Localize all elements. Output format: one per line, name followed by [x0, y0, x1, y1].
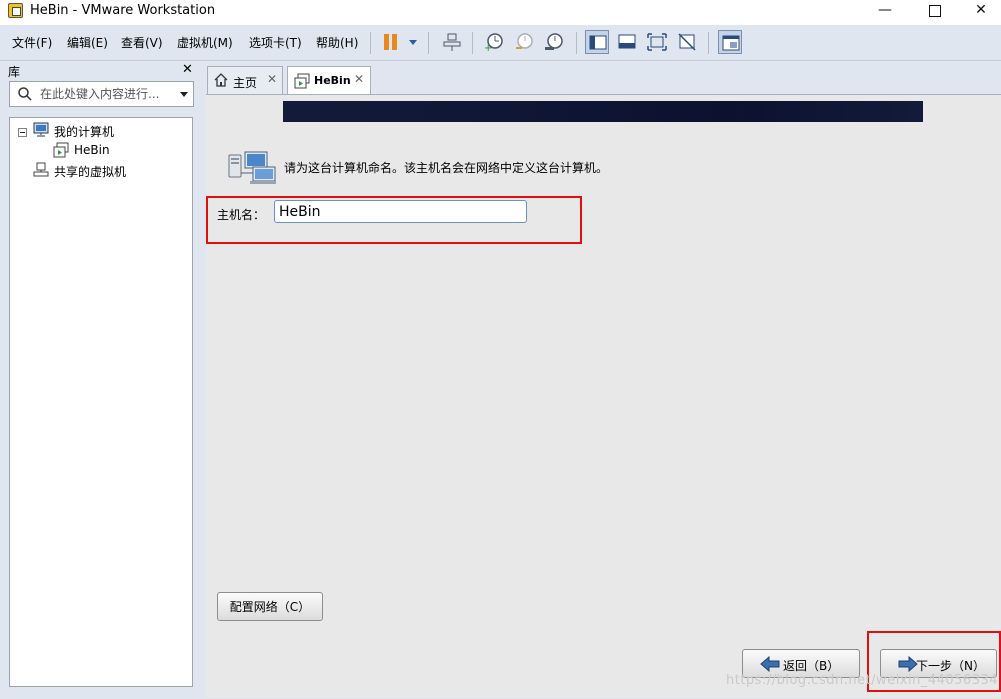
console-view-button[interactable]: [718, 30, 742, 54]
menu-help[interactable]: 帮助(H): [316, 34, 358, 51]
back-label: 返回（B）: [783, 659, 840, 673]
svg-text:+: +: [484, 43, 492, 52]
library-search-box[interactable]: [9, 81, 194, 107]
fullscreen-button[interactable]: [645, 30, 669, 54]
vm-icon: [294, 73, 310, 89]
library-panel: 库 ✕ 我的计算机 HeBin 共享的虚拟机: [0, 61, 202, 699]
take-snapshot-button[interactable]: +: [482, 30, 506, 54]
close-tab-icon[interactable]: ✕: [354, 72, 364, 86]
toolbar-separator: [370, 32, 371, 54]
library-search-input[interactable]: [40, 85, 170, 103]
maximize-button[interactable]: [912, 0, 958, 22]
close-tab-icon[interactable]: ✕: [267, 72, 277, 86]
tree-item-vm-hebin[interactable]: HeBin: [50, 140, 190, 160]
configure-network-button[interactable]: 配置网络（C）: [217, 592, 323, 621]
main-area: 主页 ✕ HeBin ✕ 请为这台计算机命名。该主机名会在网络中定义这台计算机。…: [202, 61, 1001, 699]
tree-item-label: HeBin: [74, 143, 110, 157]
search-dropdown-icon[interactable]: [180, 92, 188, 97]
snapshot-manager-button[interactable]: [542, 30, 566, 54]
next-label: 下一步（N）: [916, 659, 985, 673]
tree-item-label: 共享的虚拟机: [54, 165, 127, 179]
computer-icon: [33, 122, 49, 137]
unity-icon: [678, 33, 696, 51]
tab-home[interactable]: 主页 ✕: [207, 66, 283, 94]
menu-tabs[interactable]: 选项卡(T): [249, 34, 302, 51]
console-view-icon: [722, 35, 740, 51]
vmware-app-icon: [8, 3, 23, 18]
menu-edit[interactable]: 编辑(E): [67, 34, 108, 51]
hostname-input[interactable]: [274, 200, 527, 223]
tree-item-shared-vms[interactable]: 共享的虚拟机: [30, 160, 190, 180]
minimize-button[interactable]: —: [862, 0, 908, 22]
tree-item-label: 我的计算机: [54, 125, 115, 139]
hostname-label: 主机名：: [217, 208, 266, 222]
watermark: https://blog.csdn.net/weixin_44056334: [726, 673, 999, 688]
vm-console[interactable]: 请为这台计算机命名。该主机名会在网络中定义这台计算机。 主机名： 配置网络（C）…: [206, 94, 1001, 698]
network-icon: [443, 33, 461, 51]
shared-vm-icon: [33, 162, 49, 177]
view-thumbnail-icon: [618, 34, 636, 49]
arrow-left-icon: [760, 656, 780, 672]
title-bar: HeBin - VMware Workstation — ✕: [0, 0, 1001, 24]
tab-hebin[interactable]: HeBin ✕: [287, 66, 371, 95]
snapshot-take-icon: +: [484, 33, 503, 52]
toolbar-separator: [708, 32, 709, 54]
view-sidebar-icon: [589, 35, 607, 50]
snapshot-manager-icon: [545, 33, 563, 50]
installer-banner: [283, 101, 923, 122]
send-ctrl-alt-del-button[interactable]: [440, 30, 464, 54]
collapse-icon[interactable]: [18, 128, 27, 137]
vm-tree: 我的计算机 HeBin 共享的虚拟机: [9, 117, 193, 687]
tab-label: HeBin: [314, 74, 351, 87]
vm-icon: [53, 142, 69, 158]
show-library-button[interactable]: [585, 30, 609, 54]
revert-snapshot-button[interactable]: [512, 30, 536, 54]
menu-vm[interactable]: 虚拟机(M): [177, 34, 233, 51]
pause-button[interactable]: [380, 30, 404, 54]
snapshot-revert-icon: [516, 33, 533, 49]
fullscreen-icon: [647, 33, 667, 51]
tree-item-my-computer[interactable]: 我的计算机: [10, 120, 190, 140]
toolbar-separator: [576, 32, 577, 54]
pause-icon: [384, 34, 389, 50]
menu-toolbar: 文件(F) 编辑(E) 查看(V) 虚拟机(M) 选项卡(T) 帮助(H) +: [0, 25, 1001, 61]
window-title: HeBin - VMware Workstation: [30, 3, 216, 18]
power-dropdown-icon[interactable]: [409, 40, 417, 45]
toolbar-separator: [472, 32, 473, 54]
library-close-button[interactable]: ✕: [182, 62, 193, 77]
toolbar-separator: [428, 32, 429, 54]
show-thumbnail-button[interactable]: [615, 30, 639, 54]
network-computers-icon: [228, 151, 276, 184]
tab-label: 主页: [233, 76, 258, 90]
search-icon: [18, 87, 32, 101]
menu-file[interactable]: 文件(F): [12, 34, 52, 51]
hostname-prompt: 请为这台计算机命名。该主机名会在网络中定义这台计算机。: [284, 161, 609, 175]
close-window-button[interactable]: ✕: [958, 0, 1001, 22]
menu-view[interactable]: 查看(V): [121, 34, 163, 51]
maximize-icon: [929, 5, 941, 17]
unity-button[interactable]: [675, 30, 699, 54]
library-title: 库: [8, 65, 21, 79]
arrow-right-icon: [898, 656, 918, 672]
home-icon: [214, 73, 228, 87]
